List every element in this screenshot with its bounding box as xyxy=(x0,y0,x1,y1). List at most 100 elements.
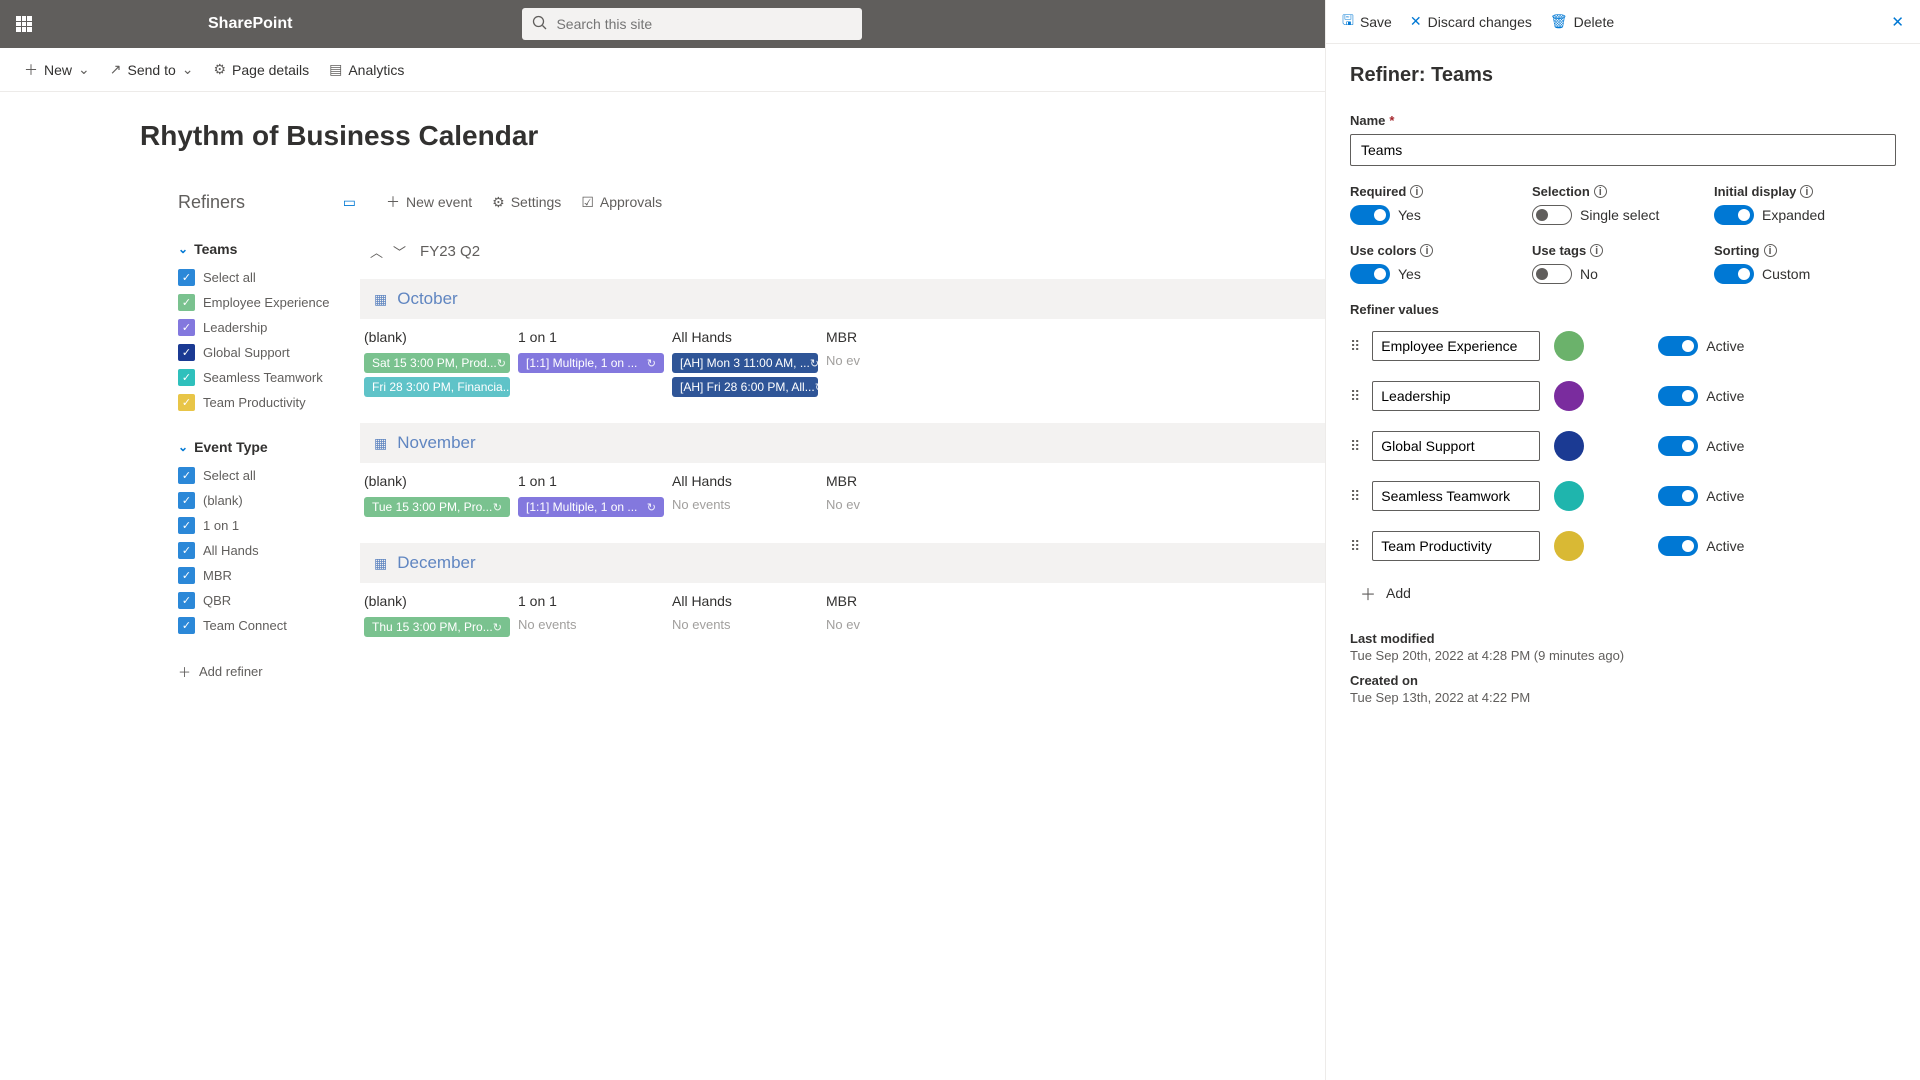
send-button[interactable]: ↗Send to⌄ xyxy=(110,61,194,78)
event-pill[interactable]: [AH] Mon 3 11:00 AM, ...↻ xyxy=(672,353,818,373)
cell-title: 1 on 1 xyxy=(518,593,664,609)
discard-button[interactable]: ✕Discard changes xyxy=(1410,13,1532,30)
recurring-icon: ↻ xyxy=(493,501,502,514)
value-name-input[interactable] xyxy=(1372,431,1540,461)
refiner-item-label: 1 on 1 xyxy=(203,518,239,533)
refiner-checkbox-row[interactable]: ✓All Hands xyxy=(178,542,356,559)
last-modified-value: Tue Sep 20th, 2022 at 4:28 PM (9 minutes… xyxy=(1350,648,1896,663)
new-button[interactable]: ＋New⌄ xyxy=(24,60,90,80)
month-name[interactable]: December xyxy=(397,553,475,573)
drag-handle-icon[interactable]: ⠿ xyxy=(1350,488,1358,505)
refiner-checkbox-row[interactable]: ✓(blank) xyxy=(178,492,356,509)
info-icon[interactable]: i xyxy=(1410,185,1423,198)
active-toggle[interactable] xyxy=(1658,536,1698,556)
save-button[interactable]: 🖫Save xyxy=(1342,10,1392,34)
value-name-input[interactable] xyxy=(1372,481,1540,511)
add-value-button[interactable]: ＋ Add xyxy=(1360,581,1896,605)
color-swatch[interactable] xyxy=(1554,381,1584,411)
month-cell: MBRNo ev xyxy=(822,593,976,641)
refiner-checkbox-row[interactable]: ✓Team Productivity xyxy=(178,394,356,411)
checkbox-icon: ✓ xyxy=(178,592,195,609)
toggle-value: No xyxy=(1580,266,1598,282)
settings-button[interactable]: ⚙Settings xyxy=(492,194,561,211)
toggle-switch[interactable] xyxy=(1714,205,1754,225)
event-pill[interactable]: Tue 15 3:00 PM, Pro...↻ xyxy=(364,497,510,517)
analytics-button[interactable]: ▤Analytics xyxy=(329,61,404,78)
toggle-switch[interactable] xyxy=(1350,205,1390,225)
color-swatch[interactable] xyxy=(1554,531,1584,561)
color-swatch[interactable] xyxy=(1554,331,1584,361)
info-icon[interactable]: i xyxy=(1590,244,1603,257)
refiner-checkbox-row[interactable]: ✓Leadership xyxy=(178,319,356,336)
toggle-label: Sorting xyxy=(1714,243,1760,258)
search-icon xyxy=(532,15,548,34)
month-name[interactable]: October xyxy=(397,289,457,309)
app-launcher-icon[interactable] xyxy=(0,0,48,48)
toggle-switch[interactable] xyxy=(1532,264,1572,284)
refiner-checkbox-row[interactable]: ✓Employee Experience xyxy=(178,294,356,311)
edit-refiners-icon[interactable]: ▭ xyxy=(343,194,356,211)
event-pill[interactable]: [1:1] Multiple, 1 on ...↻ xyxy=(518,353,664,373)
prev-period-button[interactable]: ︿ xyxy=(370,242,383,261)
new-event-button[interactable]: ＋New event xyxy=(386,192,472,212)
refiner-checkbox-row[interactable]: ✓Seamless Teamwork xyxy=(178,369,356,386)
value-name-input[interactable] xyxy=(1372,331,1540,361)
active-toggle[interactable] xyxy=(1658,386,1698,406)
checkbox-icon: ✓ xyxy=(178,344,195,361)
last-modified-label: Last modified xyxy=(1350,631,1896,646)
drag-handle-icon[interactable]: ⠿ xyxy=(1350,538,1358,555)
info-icon[interactable]: i xyxy=(1800,185,1813,198)
cell-title: MBR xyxy=(826,593,972,609)
refiner-checkbox-row[interactable]: ✓Global Support xyxy=(178,344,356,361)
value-name-input[interactable] xyxy=(1372,381,1540,411)
toggle-switch[interactable] xyxy=(1350,264,1390,284)
info-icon[interactable]: i xyxy=(1420,244,1433,257)
search-box[interactable] xyxy=(522,8,862,40)
toggle-switch[interactable] xyxy=(1532,205,1572,225)
info-icon[interactable]: i xyxy=(1764,244,1777,257)
refiner-checkbox-row[interactable]: ✓Team Connect xyxy=(178,617,356,634)
refiner-checkbox-row[interactable]: ✓Select all xyxy=(178,467,356,484)
value-name-input[interactable] xyxy=(1372,531,1540,561)
event-pill[interactable]: Sat 15 3:00 PM, Prod...↻ xyxy=(364,353,510,373)
event-pill[interactable]: [AH] Fri 28 6:00 PM, All...↻ xyxy=(672,377,818,397)
active-toggle[interactable] xyxy=(1658,336,1698,356)
month-cell: 1 on 1No events xyxy=(514,593,668,641)
active-toggle[interactable] xyxy=(1658,436,1698,456)
approvals-button[interactable]: ☑Approvals xyxy=(581,194,662,211)
refiner-group-head[interactable]: ⌄Teams xyxy=(178,241,356,257)
delete-button[interactable]: 🗑Delete xyxy=(1550,13,1614,30)
color-swatch[interactable] xyxy=(1554,481,1584,511)
cell-title: MBR xyxy=(826,329,972,345)
refiner-group-head[interactable]: ⌄Event Type xyxy=(178,439,356,455)
refiner-checkbox-row[interactable]: ✓MBR xyxy=(178,567,356,584)
drag-handle-icon[interactable]: ⠿ xyxy=(1350,338,1358,355)
month-cell: All HandsNo events xyxy=(668,473,822,521)
search-input[interactable] xyxy=(556,16,852,32)
refiner-checkbox-row[interactable]: ✓Select all xyxy=(178,269,356,286)
plus-icon: ＋ xyxy=(24,60,38,80)
refiner-checkbox-row[interactable]: ✓1 on 1 xyxy=(178,517,356,534)
month-name[interactable]: November xyxy=(397,433,475,453)
save-icon: 🖫 xyxy=(1342,10,1354,34)
event-pill[interactable]: Thu 15 3:00 PM, Pro...↻ xyxy=(364,617,510,637)
color-swatch[interactable] xyxy=(1554,431,1584,461)
next-period-button[interactable]: ﹀ xyxy=(393,242,406,261)
chevron-down-icon: ⌄ xyxy=(78,61,90,78)
info-icon[interactable]: i xyxy=(1594,185,1607,198)
drag-handle-icon[interactable]: ⠿ xyxy=(1350,438,1358,455)
toggle-label: Required xyxy=(1350,184,1406,199)
add-refiner-button[interactable]: ＋ Add refiner xyxy=(178,662,356,681)
drag-handle-icon[interactable]: ⠿ xyxy=(1350,388,1358,405)
active-toggle[interactable] xyxy=(1658,486,1698,506)
toggle-value: Single select xyxy=(1580,207,1659,223)
event-pill[interactable]: Fri 28 3:00 PM, Financia...↻ xyxy=(364,377,510,397)
refiner-checkbox-row[interactable]: ✓QBR xyxy=(178,592,356,609)
toggle-switch[interactable] xyxy=(1714,264,1754,284)
event-pill[interactable]: [1:1] Multiple, 1 on ...↻ xyxy=(518,497,664,517)
page-details-button[interactable]: ⚙Page details xyxy=(213,61,309,78)
checkbox-icon: ✓ xyxy=(178,319,195,336)
name-input[interactable] xyxy=(1350,134,1896,166)
panel-close-button[interactable]: ✕ xyxy=(1891,13,1904,31)
month-cell: (blank)Sat 15 3:00 PM, Prod...↻Fri 28 3:… xyxy=(360,329,514,401)
